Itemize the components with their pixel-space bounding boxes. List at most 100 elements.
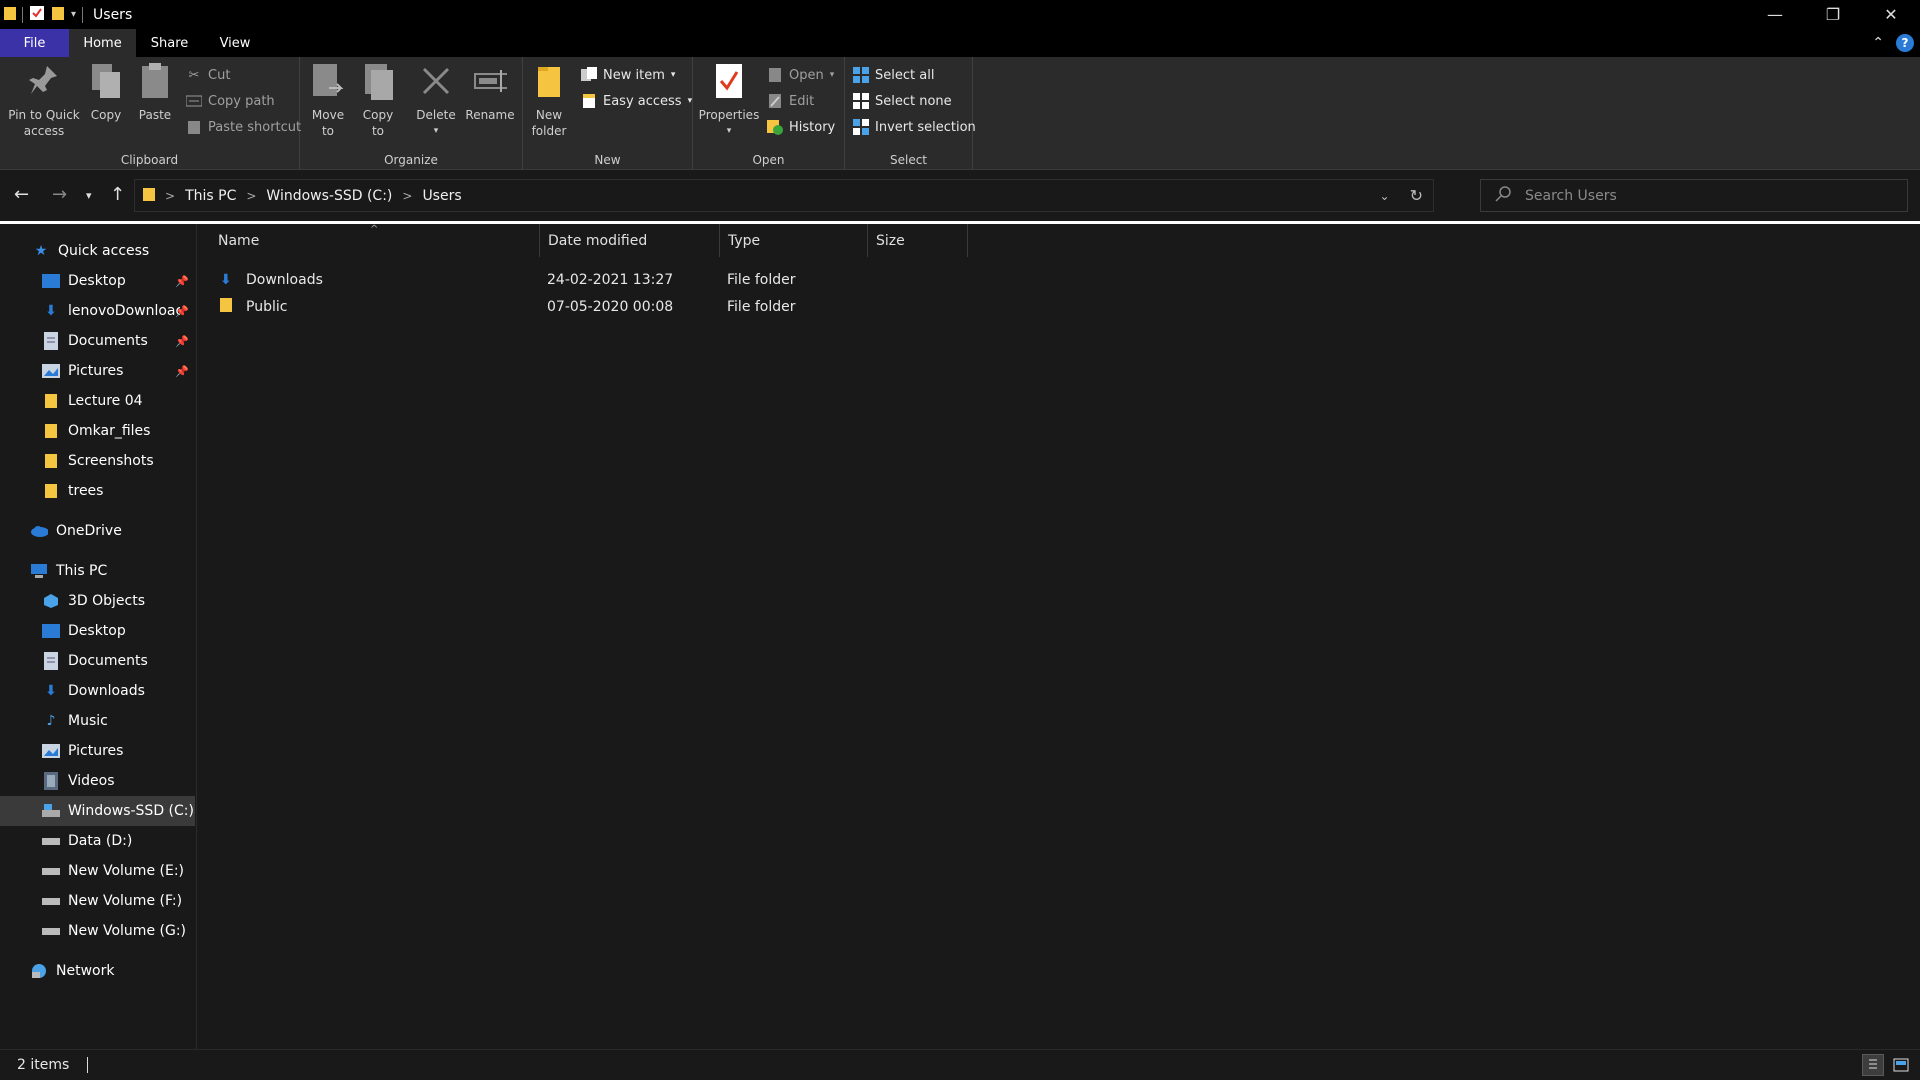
nav-quick-lecture04[interactable]: Lecture 04 (0, 386, 195, 416)
nav-quick-lenovodownloads[interactable]: ⬇ lenovoDownloac 📌 (0, 296, 195, 326)
drive-icon (42, 892, 60, 910)
download-arrow-icon: ⬇ (45, 303, 57, 319)
select-none-button[interactable]: Select none (853, 89, 952, 113)
history-icon (767, 119, 783, 135)
select-group-label: Select (889, 153, 928, 167)
new-item-button[interactable]: New item ▾ (581, 63, 675, 87)
nav-pc-volume-g[interactable]: New Volume (G:) (0, 916, 195, 946)
table-row[interactable]: ⬇ Downloads 24-02-2021 13:27 File folder (220, 266, 1120, 293)
nav-quick-trees[interactable]: trees (0, 476, 195, 506)
nav-pc-videos[interactable]: Videos (0, 766, 195, 796)
network-icon (30, 962, 48, 980)
scissors-icon: ✂ (188, 67, 200, 83)
details-view-icon[interactable] (1862, 1054, 1884, 1076)
nav-onedrive[interactable]: OneDrive (0, 516, 195, 546)
nav-pc-windows-ssd[interactable]: Windows-SSD (C:) (0, 796, 195, 826)
search-box[interactable]: Search Users (1480, 179, 1908, 212)
nav-quick-screenshots[interactable]: Screenshots (0, 446, 195, 476)
copy-path-icon (186, 93, 202, 109)
pinned-icon: 📌 (175, 364, 189, 378)
clipboard-group-label: Clipboard (120, 153, 179, 167)
new-folder-icon (532, 61, 566, 101)
file-list: Name ^ Date modified Type Size ⬇ Downloa… (198, 224, 1920, 1049)
title-bar: ▾ Users — ❐ ✕ (0, 0, 1920, 29)
copy-button[interactable]: Copy (86, 61, 126, 123)
breadcrumb-windows-ssd[interactable]: Windows-SSD (C:) (266, 188, 392, 204)
nav-pc-data-d[interactable]: Data (D:) (0, 826, 195, 856)
download-folder-icon: ⬇ (220, 271, 232, 288)
column-header-size[interactable]: Size (868, 224, 968, 257)
recent-locations-chevron-icon[interactable]: ▾ (86, 189, 92, 202)
delete-button[interactable]: Delete ▾ (414, 61, 458, 139)
maximize-button[interactable]: ❐ (1804, 0, 1862, 29)
help-icon[interactable]: ? (1896, 34, 1914, 52)
search-input[interactable]: Search Users (1525, 188, 1617, 204)
copy-to-button[interactable]: Copy to (356, 61, 400, 139)
cut-button[interactable]: ✂ Cut (186, 63, 231, 87)
tab-view[interactable]: View (203, 29, 267, 57)
back-arrow-icon[interactable]: ← (14, 184, 29, 205)
tab-share[interactable]: Share (136, 29, 203, 57)
easy-access-icon (581, 93, 597, 109)
breadcrumb-chevron-icon[interactable]: > (246, 189, 256, 203)
tab-file[interactable]: File (0, 29, 69, 57)
nav-quick-documents[interactable]: Documents 📌 (0, 326, 195, 356)
large-icons-view-icon[interactable] (1890, 1054, 1912, 1076)
copy-path-button[interactable]: Copy path (186, 89, 275, 113)
table-row[interactable]: Public 07-05-2020 00:08 File folder (220, 293, 1120, 320)
nav-this-pc[interactable]: This PC (0, 556, 195, 586)
rename-button[interactable]: Rename (464, 61, 516, 123)
edit-button[interactable]: Edit (767, 89, 814, 113)
collapse-ribbon-icon[interactable]: ⌃ (1872, 35, 1884, 51)
new-folder-quick-icon[interactable] (51, 5, 65, 25)
nav-quick-omkar-files[interactable]: Omkar_files (0, 416, 195, 446)
nav-quick-pictures[interactable]: Pictures 📌 (0, 356, 195, 386)
breadcrumb-chevron-icon[interactable]: > (402, 189, 412, 203)
nav-pc-volume-f[interactable]: New Volume (F:) (0, 886, 195, 916)
column-header-type[interactable]: Type (720, 224, 868, 257)
delete-x-icon (419, 61, 453, 101)
star-icon: ★ (34, 243, 48, 259)
nav-pc-documents[interactable]: Documents (0, 646, 195, 676)
nav-pc-pictures[interactable]: Pictures (0, 736, 195, 766)
minimize-button[interactable]: — (1746, 0, 1804, 29)
breadcrumb-chevron-icon[interactable]: > (165, 189, 175, 203)
paste-button[interactable]: Paste (135, 61, 175, 123)
file-type: File folder (727, 298, 796, 315)
file-date: 07-05-2020 00:08 (547, 298, 674, 315)
nav-pc-3d-objects[interactable]: 3D Objects (0, 586, 195, 616)
forward-arrow-icon[interactable]: → (52, 184, 67, 205)
window-title: Users (93, 6, 133, 23)
column-header-date-modified[interactable]: Date modified (540, 224, 720, 257)
nav-pc-volume-e[interactable]: New Volume (E:) (0, 856, 195, 886)
paste-shortcut-button[interactable]: Paste shortcut (186, 115, 301, 139)
nav-pc-desktop[interactable]: Desktop (0, 616, 195, 646)
properties-quick-icon[interactable] (29, 5, 45, 25)
up-arrow-icon[interactable]: ↑ (110, 184, 125, 205)
folder-icon (42, 422, 60, 440)
nav-quick-access[interactable]: ★ Quick access (0, 236, 195, 266)
nav-quick-desktop[interactable]: Desktop 📌 (0, 266, 195, 296)
nav-pc-music[interactable]: ♪ Music (0, 706, 195, 736)
paste-icon (138, 61, 172, 101)
nav-pc-downloads[interactable]: ⬇ Downloads (0, 676, 195, 706)
address-history-chevron-icon[interactable]: ⌄ (1380, 189, 1390, 203)
select-all-button[interactable]: Select all (853, 63, 934, 87)
invert-selection-button[interactable]: Invert selection (853, 115, 976, 139)
breadcrumb-this-pc[interactable]: This PC (185, 188, 236, 204)
pin-to-quick-access-button[interactable]: Pin to Quick access (6, 61, 82, 139)
ribbon-tabs: File Home Share View ⌃ ? (0, 29, 1920, 57)
tab-home[interactable]: Home (69, 29, 136, 57)
address-bar[interactable]: > This PC > Windows-SSD (C:) > Users ⌄ ↻ (134, 179, 1434, 212)
open-button[interactable]: Open ▾ (767, 63, 834, 87)
history-button[interactable]: History (767, 115, 835, 139)
easy-access-button[interactable]: Easy access ▾ (581, 89, 692, 113)
close-button[interactable]: ✕ (1862, 0, 1920, 29)
breadcrumb-users[interactable]: Users (422, 188, 461, 204)
nav-network[interactable]: Network (0, 956, 195, 986)
properties-button[interactable]: Properties ▾ (697, 61, 761, 139)
new-folder-button[interactable]: New folder (529, 61, 569, 139)
refresh-icon[interactable]: ↻ (1410, 186, 1423, 205)
customize-toolbar-icon[interactable]: ▾ (71, 9, 76, 20)
move-to-button[interactable]: Move to (306, 61, 350, 139)
